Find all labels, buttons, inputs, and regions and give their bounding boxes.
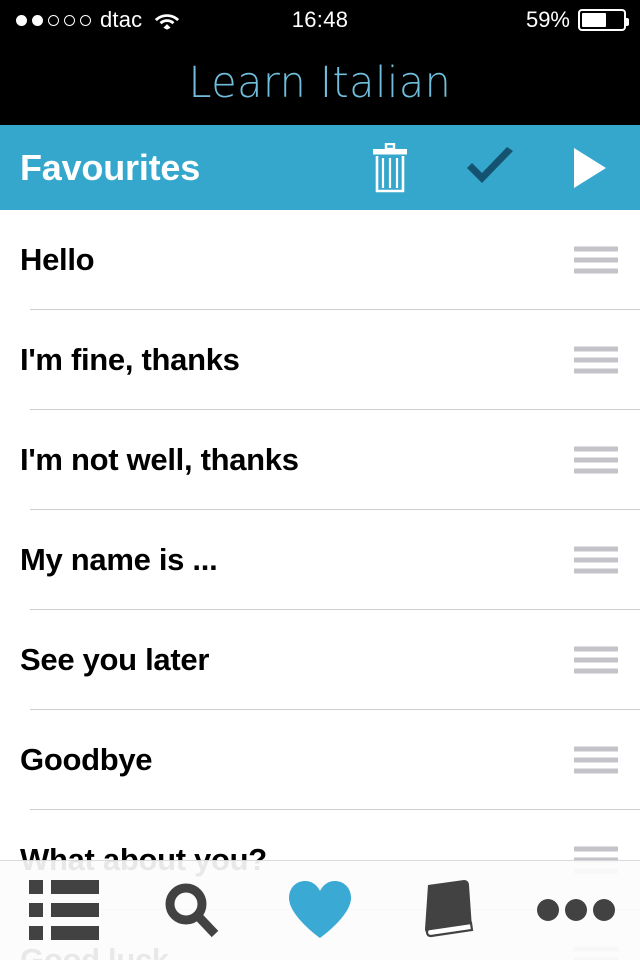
list-item[interactable]: See you later: [0, 610, 640, 710]
heart-icon: [289, 881, 351, 938]
trash-icon: [373, 142, 407, 192]
list-item[interactable]: Hello: [0, 210, 640, 310]
drag-handle-icon[interactable]: [574, 446, 618, 474]
battery-icon: [578, 9, 629, 31]
tab-search[interactable]: [128, 860, 256, 960]
favourites-toolbar: Favourites: [0, 125, 640, 210]
status-bar: dtac 16:48 59%: [0, 0, 640, 40]
list-item-label: I'm fine, thanks: [20, 342, 240, 377]
app-header: Learn Italian: [0, 40, 640, 125]
drag-handle-icon[interactable]: [574, 746, 618, 774]
list-item-label: My name is ...: [20, 542, 218, 577]
app-screen: dtac 16:48 59% Learn Italian Favourites: [0, 0, 640, 960]
drag-handle-icon[interactable]: [574, 246, 618, 274]
search-icon: [165, 883, 219, 938]
tab-bar: [0, 860, 640, 960]
list-icon: [29, 880, 99, 940]
list-item[interactable]: I'm fine, thanks: [0, 310, 640, 410]
status-bar-right: 59%: [525, 7, 629, 33]
phrase-list[interactable]: Hello I'm fine, thanks I'm not well, tha…: [0, 210, 640, 960]
list-item-label: I'm not well, thanks: [20, 442, 299, 477]
check-icon: [467, 146, 513, 183]
list-item-label: Hello: [20, 242, 95, 277]
drag-handle-icon[interactable]: [574, 346, 618, 374]
list-item[interactable]: My name is ...: [0, 510, 640, 610]
list-item-label: Goodbye: [20, 742, 153, 777]
drag-handle-icon[interactable]: [574, 546, 618, 574]
play-button[interactable]: [540, 125, 640, 210]
battery-percent-label: 59%: [525, 7, 570, 32]
book-icon: [425, 880, 474, 938]
tab-dictionary[interactable]: [384, 860, 512, 960]
tab-bar-separator: [0, 860, 640, 861]
toolbar-title: Favourites: [20, 146, 201, 188]
toolbar-actions: [340, 125, 640, 210]
page-title: Learn Italian: [188, 57, 452, 108]
list-item[interactable]: Goodbye: [0, 710, 640, 810]
delete-button[interactable]: [340, 125, 440, 210]
confirm-button[interactable]: [440, 125, 540, 210]
list-item[interactable]: I'm not well, thanks: [0, 410, 640, 510]
list-item-label: See you later: [20, 642, 210, 677]
tab-phrases[interactable]: [0, 860, 128, 960]
tab-more[interactable]: [512, 860, 640, 960]
tab-favourites[interactable]: [256, 860, 384, 960]
play-icon: [574, 147, 606, 188]
more-icon: [537, 899, 615, 921]
drag-handle-icon[interactable]: [574, 646, 618, 674]
